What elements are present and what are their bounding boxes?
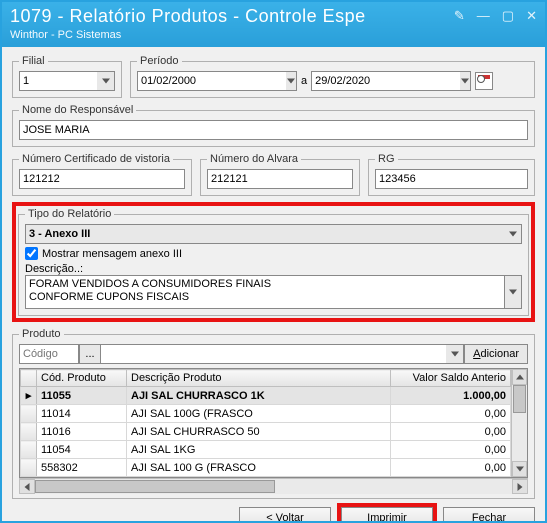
col-valor-saldo[interactable]: Valor Saldo Anterio — [391, 370, 511, 387]
form-body: Filial Período a — [2, 47, 545, 521]
window-title: 1079 - Relatório Produtos - Controle Esp… — [10, 6, 366, 27]
alvara-group: Número do Alvara — [200, 153, 360, 196]
window-subtitle: Winthor - PC Sistemas — [10, 29, 537, 41]
scroll-thumb-h[interactable] — [35, 480, 275, 493]
cell-cod[interactable]: 11054 — [37, 441, 127, 459]
scroll-up-icon[interactable] — [512, 369, 527, 385]
produto-desc-dropdown-icon[interactable] — [446, 344, 464, 364]
rg-input[interactable] — [375, 169, 528, 189]
filial-legend: Filial — [19, 55, 48, 67]
filial-select[interactable] — [19, 71, 97, 91]
rg-group: RG — [368, 153, 535, 196]
produto-grid: Cód. Produto Descrição Produto Valor Sal… — [19, 368, 528, 478]
cell-desc[interactable]: AJI SAL 100 G (FRASCO — [127, 459, 391, 477]
row-marker — [21, 459, 37, 477]
cell-valor[interactable]: 0,00 — [391, 423, 511, 441]
cell-desc[interactable]: AJI SAL CHURRASCO 1K — [127, 387, 391, 405]
tipo-dropdown-icon[interactable] — [504, 224, 522, 244]
periodo-to-input[interactable] — [311, 71, 460, 91]
cell-valor[interactable]: 0,00 — [391, 459, 511, 477]
voltar-button[interactable]: < Voltar — [239, 507, 331, 521]
mostrar-mensagem-label: Mostrar mensagem anexo III — [42, 248, 182, 260]
col-descricao-produto[interactable]: Descrição Produto — [127, 370, 391, 387]
grid-vertical-scrollbar[interactable] — [511, 369, 527, 477]
periodo-separator: a — [301, 75, 307, 87]
scroll-left-icon[interactable] — [19, 479, 35, 494]
table-row[interactable]: 11054AJI SAL 1KG0,00 — [21, 441, 511, 459]
descricao-textarea[interactable]: FORAM VENDIDOS A CONSUMIDORES FINAIS CON… — [25, 275, 505, 309]
periodo-from-input[interactable] — [137, 71, 286, 91]
window-controls: ✎ — ▢ ✕ — [454, 8, 537, 24]
tipo-group: Tipo do Relatório Mostrar mensagem anexo… — [18, 208, 529, 316]
produto-legend: Produto — [19, 328, 64, 340]
certificado-group: Número Certificado de vistoria — [12, 153, 192, 196]
scroll-down-icon[interactable] — [512, 461, 527, 477]
maximize-icon[interactable]: ▢ — [502, 8, 514, 24]
row-marker — [21, 423, 37, 441]
titlebar: 1079 - Relatório Produtos - Controle Esp… — [2, 2, 545, 47]
tipo-select[interactable] — [25, 224, 504, 244]
imprimir-button[interactable]: Imprimir — [341, 507, 433, 521]
table-row[interactable]: 558302AJI SAL 100 G (FRASCO0,00 — [21, 459, 511, 477]
cell-desc[interactable]: AJI SAL 1KG — [127, 441, 391, 459]
scroll-right-icon[interactable] — [512, 479, 528, 494]
table-row[interactable]: 11016AJI SAL CHURRASCO 500,00 — [21, 423, 511, 441]
grid-horizontal-scrollbar[interactable] — [19, 478, 528, 494]
cell-valor[interactable]: 0,00 — [391, 441, 511, 459]
tipo-legend: Tipo do Relatório — [25, 208, 114, 220]
responsavel-legend: Nome do Responsável — [19, 104, 136, 116]
produto-lookup-button[interactable]: ... — [79, 344, 101, 364]
descricao-label: Descrição..: — [25, 263, 522, 275]
certificado-input[interactable] — [19, 169, 185, 189]
cell-valor[interactable]: 1.000,00 — [391, 387, 511, 405]
grid-marker-header — [21, 370, 37, 387]
produto-codigo-input[interactable] — [19, 344, 79, 364]
footer-buttons: < Voltar Imprimir Fechar — [12, 507, 535, 521]
table-row[interactable]: ▸11055AJI SAL CHURRASCO 1K1.000,00 — [21, 387, 511, 405]
edit-icon[interactable]: ✎ — [454, 8, 465, 24]
periodo-to-dropdown-icon[interactable] — [460, 71, 471, 91]
cell-cod[interactable]: 11016 — [37, 423, 127, 441]
row-marker — [21, 405, 37, 423]
tipo-highlight: Tipo do Relatório Mostrar mensagem anexo… — [12, 202, 535, 322]
calendar-icon[interactable] — [475, 72, 493, 90]
rg-legend: RG — [375, 153, 398, 165]
produto-desc-input[interactable] — [101, 344, 446, 364]
row-marker: ▸ — [21, 387, 37, 405]
filial-dropdown-icon[interactable] — [97, 71, 115, 91]
scroll-thumb-v[interactable] — [513, 385, 526, 413]
app-window: 1079 - Relatório Produtos - Controle Esp… — [0, 0, 547, 523]
alvara-legend: Número do Alvara — [207, 153, 301, 165]
certificado-legend: Número Certificado de vistoria — [19, 153, 173, 165]
row-marker — [21, 441, 37, 459]
cell-desc[interactable]: AJI SAL 100G (FRASCO — [127, 405, 391, 423]
cell-cod[interactable]: 11055 — [37, 387, 127, 405]
cell-cod[interactable]: 11014 — [37, 405, 127, 423]
filial-group: Filial — [12, 55, 122, 98]
cell-desc[interactable]: AJI SAL CHURRASCO 50 — [127, 423, 391, 441]
minimize-icon[interactable]: — — [477, 8, 490, 24]
mostrar-mensagem-checkbox[interactable] — [25, 247, 38, 260]
responsavel-group: Nome do Responsável — [12, 104, 535, 147]
alvara-input[interactable] — [207, 169, 353, 189]
col-cod-produto[interactable]: Cód. Produto — [37, 370, 127, 387]
periodo-group: Período a — [130, 55, 535, 98]
cell-cod[interactable]: 558302 — [37, 459, 127, 477]
descricao-dropdown-icon[interactable] — [505, 275, 522, 309]
table-row[interactable]: 11014AJI SAL 100G (FRASCO0,00 — [21, 405, 511, 423]
cell-valor[interactable]: 0,00 — [391, 405, 511, 423]
adicionar-button[interactable]: Adicionar — [464, 344, 528, 364]
periodo-from-dropdown-icon[interactable] — [286, 71, 297, 91]
fechar-button[interactable]: Fechar — [443, 507, 535, 521]
periodo-legend: Período — [137, 55, 182, 67]
produto-group: Produto ... Adicionar Cód. Produto Descr… — [12, 328, 535, 499]
responsavel-input[interactable] — [19, 120, 528, 140]
close-icon[interactable]: ✕ — [526, 8, 537, 24]
